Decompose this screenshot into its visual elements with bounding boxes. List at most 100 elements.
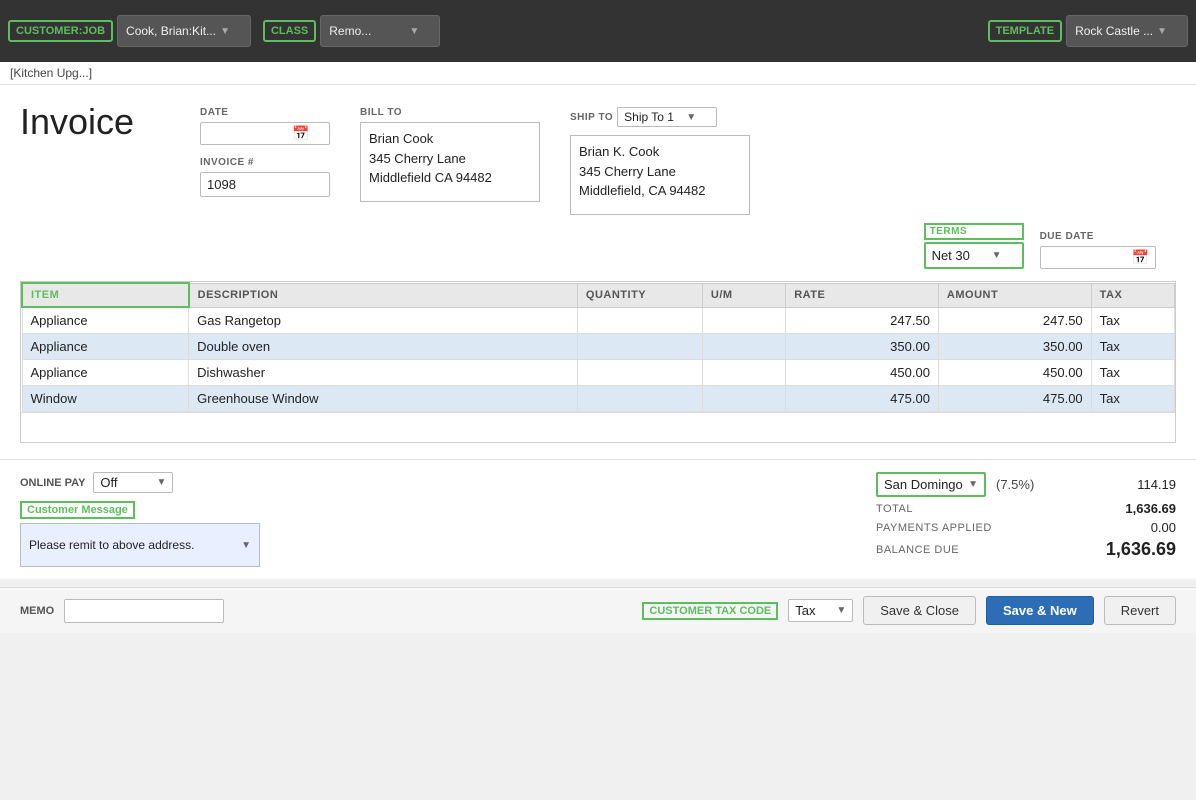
due-date-field[interactable]: 01/14/2019 📅: [1040, 246, 1156, 269]
invoice-num-field[interactable]: 1098: [200, 172, 330, 197]
memo-label: MEMO: [20, 605, 54, 617]
cell-rate: 475.00: [786, 386, 939, 412]
class-dropdown-arrow: ▼: [409, 26, 419, 37]
due-date-calendar-icon[interactable]: 📅: [1132, 249, 1149, 266]
cell-um: [702, 360, 785, 386]
cell-quantity: [577, 360, 702, 386]
ship-to-box: Brian K. Cook 345 Cherry Lane Middlefiel…: [570, 135, 750, 215]
date-field[interactable]: 12/15/2017 📅: [200, 122, 330, 145]
online-pay-row: ONLINE PAY Off ▼: [20, 472, 280, 493]
cell-item: Appliance: [22, 307, 189, 334]
cell-quantity: [577, 307, 702, 334]
template-dropdown[interactable]: Rock Castle ... ▼: [1066, 15, 1188, 47]
cell-description: Greenhouse Window: [189, 386, 578, 412]
th-tax: TAX: [1091, 283, 1174, 307]
template-dropdown-arrow: ▼: [1157, 26, 1167, 37]
footer-bar: MEMO CUSTOMER TAX CODE Tax ▼ Save & Clos…: [0, 587, 1196, 633]
th-item: ITEM: [22, 283, 189, 307]
revert-button[interactable]: Revert: [1104, 596, 1176, 625]
customer-message-label: Customer Message: [20, 501, 135, 519]
cell-tax: Tax: [1091, 334, 1174, 360]
table-row[interactable]: Window Greenhouse Window 475.00 475.00 T…: [22, 386, 1175, 412]
top-bar: CUSTOMER:JOB Cook, Brian:Kit... ▼ CLASS …: [0, 0, 1196, 62]
due-date-label: DUE DATE: [1040, 231, 1156, 242]
date-label: DATE: [200, 107, 330, 118]
cell-amount: 450.00: [938, 360, 1091, 386]
bill-to-label: BILL TO: [360, 107, 540, 118]
invoice-title: Invoice: [20, 101, 170, 143]
cell-amount: 247.50: [938, 307, 1091, 334]
payments-applied-row: PAYMENTS APPLIED 0.00: [876, 520, 1176, 535]
online-pay-dropdown-arrow: ▼: [157, 477, 167, 488]
cell-tax: Tax: [1091, 307, 1174, 334]
cell-item: Appliance: [22, 334, 189, 360]
th-description: DESCRIPTION: [189, 283, 578, 307]
balance-due-value: 1,636.69: [1106, 539, 1176, 560]
memo-input[interactable]: [64, 599, 224, 623]
cell-amount: 475.00: [938, 386, 1091, 412]
cell-um: [702, 386, 785, 412]
cell-description: Double oven: [189, 334, 578, 360]
tax-dropdown[interactable]: San Domingo ▼: [876, 472, 986, 497]
breadcrumb: [Kitchen Upg...]: [0, 62, 1196, 85]
balance-due-label: BALANCE DUE: [876, 544, 959, 556]
terms-dropdown[interactable]: Net 30 ▼: [924, 242, 1024, 269]
template-label: TEMPLATE: [988, 20, 1062, 42]
totals-section: San Domingo ▼ (7.5%) 114.19 Total 1,636.…: [876, 472, 1176, 564]
customer-job-dropdown[interactable]: Cook, Brian:Kit... ▼: [117, 15, 251, 47]
invoice-num-label: INVOICE #: [200, 157, 330, 168]
online-pay-dropdown[interactable]: Off ▼: [93, 472, 173, 493]
cell-item: Appliance: [22, 360, 189, 386]
main-content: Invoice DATE 12/15/2017 📅 INVOICE # 1098…: [0, 85, 1196, 459]
save-close-button[interactable]: Save & Close: [863, 596, 976, 625]
cell-tax: Tax: [1091, 360, 1174, 386]
class-label: CLASS: [263, 20, 316, 42]
table-row[interactable]: Appliance Gas Rangetop 247.50 247.50 Tax: [22, 307, 1175, 334]
bill-to-box: Brian Cook 345 Cherry Lane Middlefield C…: [360, 122, 540, 202]
terms-label: TERMS: [924, 223, 1024, 240]
cell-description: Dishwasher: [189, 360, 578, 386]
date-input[interactable]: 12/15/2017: [207, 126, 292, 141]
ship-to-dropdown[interactable]: Ship To 1 ▼: [617, 107, 717, 127]
items-table-wrapper: ITEM DESCRIPTION QUANTITY U/M RATE AMOUN…: [20, 281, 1176, 443]
terms-dropdown-arrow: ▼: [992, 250, 1002, 261]
table-row[interactable]: Appliance Dishwasher 450.00 450.00 Tax: [22, 360, 1175, 386]
total-value: 1,636.69: [1125, 501, 1176, 516]
total-label: Total: [876, 503, 913, 515]
th-quantity: QUANTITY: [577, 283, 702, 307]
cell-rate: 247.50: [786, 307, 939, 334]
customer-job-dropdown-arrow: ▼: [220, 26, 230, 37]
customer-message-dropdown-arrow: ▼: [241, 540, 251, 551]
ship-to-dropdown-arrow: ▼: [686, 112, 696, 123]
tax-amount: 114.19: [1137, 477, 1176, 492]
payments-applied-label: PAYMENTS APPLIED: [876, 522, 992, 534]
tax-code-dropdown-arrow: ▼: [836, 605, 846, 616]
cell-um: [702, 334, 785, 360]
balance-due-row: BALANCE DUE 1,636.69: [876, 539, 1176, 560]
cell-rate: 350.00: [786, 334, 939, 360]
class-dropdown[interactable]: Remo... ▼: [320, 15, 440, 47]
tax-dropdown-arrow: ▼: [968, 479, 978, 490]
cell-description: Gas Rangetop: [189, 307, 578, 334]
customer-message-dropdown[interactable]: Please remit to above address. ▼: [20, 523, 260, 567]
tax-row: San Domingo ▼ (7.5%) 114.19: [876, 472, 1176, 497]
payments-applied-value: 0.00: [1151, 520, 1176, 535]
cell-um: [702, 307, 785, 334]
table-row[interactable]: Appliance Double oven 350.00 350.00 Tax: [22, 334, 1175, 360]
th-rate: RATE: [786, 283, 939, 307]
cell-tax: Tax: [1091, 386, 1174, 412]
th-amount: AMOUNT: [938, 283, 1091, 307]
cell-quantity: [577, 334, 702, 360]
due-date-input[interactable]: 01/14/2019: [1047, 250, 1132, 265]
date-calendar-icon[interactable]: 📅: [292, 125, 309, 142]
cell-rate: 450.00: [786, 360, 939, 386]
tax-code-label: CUSTOMER TAX CODE: [642, 602, 778, 620]
cell-quantity: [577, 386, 702, 412]
bottom-section: ONLINE PAY Off ▼ Customer Message Please…: [0, 459, 1196, 579]
tax-code-dropdown[interactable]: Tax ▼: [788, 599, 853, 622]
items-table: ITEM DESCRIPTION QUANTITY U/M RATE AMOUN…: [21, 282, 1175, 412]
th-um: U/M: [702, 283, 785, 307]
save-new-button[interactable]: Save & New: [986, 596, 1094, 625]
tax-rate: (7.5%): [996, 477, 1034, 492]
online-pay-label: ONLINE PAY: [20, 477, 85, 489]
